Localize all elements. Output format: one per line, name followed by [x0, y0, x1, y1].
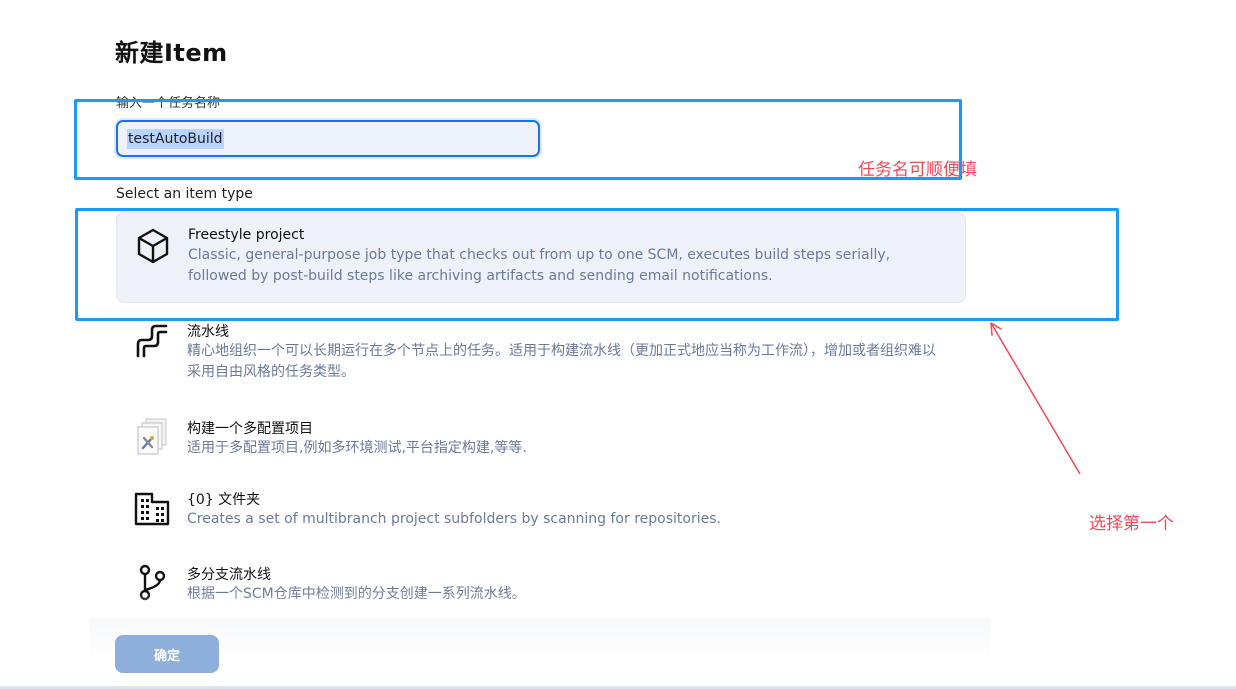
multi-config-icon	[132, 416, 172, 456]
item-type-multi-config[interactable]: 构建一个多配置项目 适用于多配置项目,例如多环境测试,平台指定构建,等等.	[116, 406, 966, 468]
page-title: 新建Item	[115, 39, 228, 67]
pipeline-icon	[132, 320, 172, 360]
item-type-multibranch[interactable]: 多分支流水线 根据一个SCM仓库中检测到的分支创建一系列流水线。	[116, 552, 966, 612]
multibranch-icon	[132, 562, 172, 602]
item-type-name: 流水线	[187, 324, 229, 340]
item-type-description: 精心地组织一个可以长期运行在多个节点上的任务。适用于构建流水线（更加正式地应当称…	[187, 343, 936, 380]
annotation-note-select: 选择第一个	[1089, 514, 1174, 534]
item-type-description: Creates a set of multibranch project sub…	[187, 511, 721, 527]
footer-bar	[90, 618, 990, 689]
item-type-organization-folder[interactable]: {0} 文件夹 Creates a set of multibranch pro…	[116, 478, 966, 540]
item-type-name: 构建一个多配置项目	[187, 421, 313, 437]
item-type-pipeline[interactable]: 流水线 精心地组织一个可以长期运行在多个节点上的任务。适用于构建流水线（更加正式…	[116, 310, 966, 394]
item-type-description: 适用于多配置项目,例如多环境测试,平台指定构建,等等.	[187, 440, 527, 456]
annotation-highlight-name	[74, 99, 962, 180]
ok-button[interactable]: 确定	[115, 635, 219, 673]
annotation-note-name: 任务名可顺便填	[858, 160, 977, 180]
item-type-name: 多分支流水线	[187, 567, 271, 583]
annotation-highlight-freestyle	[75, 208, 1119, 321]
item-type-description: 根据一个SCM仓库中检测到的分支创建一系列流水线。	[187, 586, 526, 602]
item-type-label: Select an item type	[116, 186, 253, 202]
item-type-name: {0} 文件夹	[187, 492, 261, 508]
organization-folder-icon	[132, 488, 172, 528]
new-item-page: 新建Item 输入一个任务名称 testAutoBuild Select an …	[0, 0, 1236, 689]
